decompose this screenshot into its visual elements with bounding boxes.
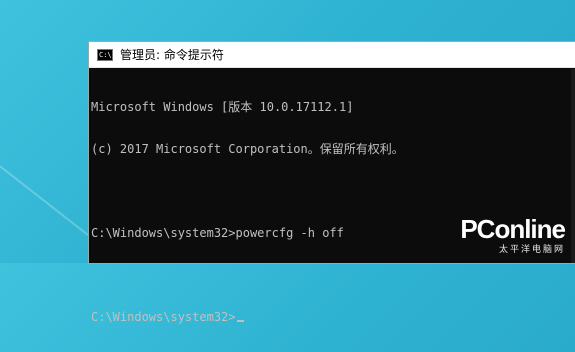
scrollbar[interactable] bbox=[571, 69, 575, 263]
title-bar[interactable]: C:\ 管理员: 命令提示符 bbox=[89, 42, 575, 68]
console-output[interactable]: Microsoft Windows [版本 10.0.17112.1] (c) … bbox=[89, 68, 575, 352]
console-line: Microsoft Windows [版本 10.0.17112.1] bbox=[91, 100, 354, 114]
watermark-brand: PConline bbox=[460, 214, 566, 244]
cmd-icon: C:\ bbox=[97, 48, 113, 61]
console-line: (c) 2017 Microsoft Corporation。保留所有权利。 bbox=[91, 142, 404, 156]
console-prompt-line[interactable]: C:\Windows\system32> bbox=[91, 310, 575, 324]
console-prompt: C:\Windows\system32> bbox=[91, 310, 236, 324]
text-cursor bbox=[236, 320, 244, 322]
pconline-watermark: PConline 太平洋电脑网 bbox=[460, 214, 566, 255]
window-title: 管理员: 命令提示符 bbox=[120, 48, 224, 62]
